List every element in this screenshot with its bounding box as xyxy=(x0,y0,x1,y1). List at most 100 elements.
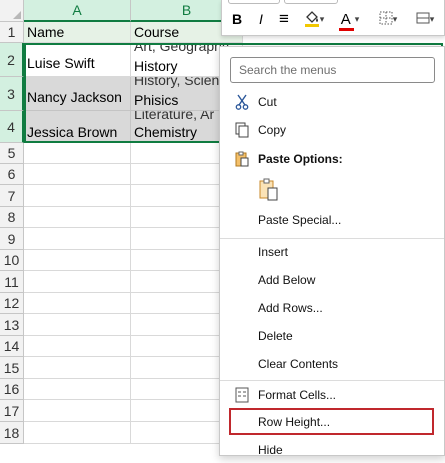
clipboard-icon xyxy=(258,178,280,205)
row-height-highlight xyxy=(229,408,434,435)
empty-cell[interactable] xyxy=(24,164,131,185)
format-button[interactable]: ▾ xyxy=(410,9,440,29)
column-header-a[interactable]: A xyxy=(24,0,131,22)
header-course-label: Course xyxy=(134,24,180,40)
menu-item-label: Paste Special... xyxy=(258,213,342,227)
empty-cell[interactable] xyxy=(24,185,131,207)
empty-cell[interactable] xyxy=(24,207,131,228)
name-value: Luise Swift xyxy=(27,55,95,71)
menu-item-label: Insert xyxy=(258,245,289,259)
chevron-down-icon[interactable]: ▾ xyxy=(393,14,398,25)
menu-item-insert[interactable]: Insert xyxy=(220,239,444,265)
chevron-down-icon[interactable]: ▾ xyxy=(430,14,435,25)
cell-a4[interactable]: Jessica Brown xyxy=(24,111,131,143)
row-header-18[interactable]: 18 xyxy=(0,422,24,444)
name-value: Nancy Jackson xyxy=(27,89,122,105)
menu-item-label: Cut xyxy=(258,95,277,109)
course-overflow-text: History, Scien xyxy=(134,77,220,88)
copy-icon xyxy=(233,121,251,139)
row-header-11[interactable]: 11 xyxy=(0,271,24,293)
cell-a2[interactable]: Luise Swift xyxy=(24,43,131,77)
menu-item-label: Hide xyxy=(258,443,283,457)
empty-cell[interactable] xyxy=(24,228,131,250)
course-value: History xyxy=(134,58,178,74)
row-header-12[interactable]: 12 xyxy=(0,293,24,314)
menu-item-label: Paste Options: xyxy=(258,152,343,166)
row-header-9[interactable]: 9 xyxy=(0,228,24,250)
paste-option-keep-source[interactable] xyxy=(220,175,444,207)
course-value: Phisics xyxy=(134,92,179,108)
empty-cell[interactable] xyxy=(24,271,131,293)
empty-cell[interactable] xyxy=(24,379,131,400)
cell-a3[interactable]: Nancy Jackson xyxy=(24,77,131,111)
menu-item-add-rows[interactable]: Add Rows... xyxy=(220,295,444,321)
italic-button[interactable]: I xyxy=(252,9,270,29)
borders-button[interactable]: ▾ xyxy=(374,9,402,29)
bold-button[interactable]: B xyxy=(228,9,246,29)
row-header-13[interactable]: 13 xyxy=(0,314,24,336)
menu-search-input[interactable] xyxy=(230,57,435,83)
menu-item-hide[interactable]: Hide xyxy=(220,437,444,463)
format-cells-icon xyxy=(233,386,251,404)
empty-cell[interactable] xyxy=(24,250,131,271)
format-cells-icon xyxy=(416,11,430,28)
menu-item-label: Delete xyxy=(258,329,293,343)
align-button[interactable]: ≡ xyxy=(274,9,294,29)
menu-item-label: Format Cells... xyxy=(258,388,337,402)
menu-item-clear-contents[interactable]: Clear Contents xyxy=(220,351,444,377)
menu-item-format-cells[interactable]: Format Cells... xyxy=(220,382,444,408)
borders-icon xyxy=(379,11,393,28)
menu-item-copy[interactable]: Copy xyxy=(220,117,444,143)
row-header-16[interactable]: 16 xyxy=(0,379,24,400)
menu-divider xyxy=(220,380,444,381)
menu-item-label: Copy xyxy=(258,123,287,137)
menu-item-add-below[interactable]: Add Below xyxy=(220,267,444,293)
font-size-box[interactable] xyxy=(284,0,338,4)
row-header-4[interactable]: 4 xyxy=(0,111,24,143)
scissors-icon xyxy=(233,93,251,111)
chevron-down-icon[interactable]: ▾ xyxy=(355,14,360,25)
row-header-6[interactable]: 6 xyxy=(0,164,24,185)
empty-cell[interactable] xyxy=(24,400,131,422)
menu-item-delete[interactable]: Delete xyxy=(220,323,444,349)
menu-item-label: Add Below xyxy=(258,273,316,287)
font-color-letter: A xyxy=(340,10,351,28)
row-header-2[interactable]: 2 xyxy=(0,43,24,77)
paste-options-heading: Paste Options: xyxy=(220,146,444,172)
empty-cell[interactable] xyxy=(24,336,131,357)
menu-item-label: Add Rows... xyxy=(258,301,323,315)
font-color-swatch xyxy=(338,27,354,31)
row-header-14[interactable]: 14 xyxy=(0,336,24,357)
fill-color-button[interactable]: ▾ xyxy=(299,9,329,29)
empty-cell[interactable] xyxy=(24,422,131,444)
row-header-10[interactable]: 10 xyxy=(0,250,24,271)
clipboard-icon xyxy=(233,150,251,168)
row-header-5[interactable]: 5 xyxy=(0,143,24,164)
course-value: Chemistry xyxy=(134,124,198,140)
font-color-button[interactable]: A ▾ xyxy=(335,9,365,31)
row-header-3[interactable]: 3 xyxy=(0,77,24,111)
select-all-corner[interactable] xyxy=(0,0,24,22)
row-header-8[interactable]: 8 xyxy=(0,207,24,228)
course-overflow-text: Literature, Ar xyxy=(134,111,215,122)
format-mini-toolbar: B I ≡ ▾ A ▾ ▾ ▾ xyxy=(221,0,445,36)
empty-cell[interactable] xyxy=(24,293,131,314)
course-overflow-text: Art, Geography, xyxy=(134,43,232,54)
row-header-17[interactable]: 17 xyxy=(0,400,24,422)
empty-cell[interactable] xyxy=(24,143,131,164)
menu-item-label: Clear Contents xyxy=(258,357,339,371)
row-header-15[interactable]: 15 xyxy=(0,357,24,379)
empty-cell[interactable] xyxy=(24,314,131,336)
paint-bucket-icon xyxy=(304,9,320,30)
empty-cell[interactable] xyxy=(24,357,131,379)
row-header-1[interactable]: 1 xyxy=(0,22,24,43)
chevron-down-icon[interactable]: ▾ xyxy=(320,14,325,25)
font-name-box[interactable] xyxy=(228,0,280,4)
row-header-7[interactable]: 7 xyxy=(0,185,24,207)
menu-item-cut[interactable]: Cut xyxy=(220,89,444,115)
name-value: Jessica Brown xyxy=(27,124,118,140)
cell-a1[interactable]: Name xyxy=(24,22,131,43)
header-name-label: Name xyxy=(27,24,65,40)
menu-item-paste-special[interactable]: Paste Special... xyxy=(220,207,444,233)
context-menu: Cut Copy Paste Options: xyxy=(219,46,445,457)
